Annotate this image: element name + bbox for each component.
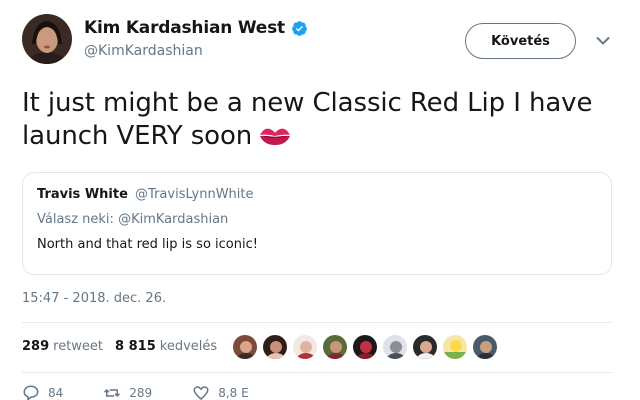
author-handle[interactable]: @KimKardashian <box>84 43 308 59</box>
divider-top <box>22 322 612 323</box>
liker-avatar[interactable] <box>352 334 378 360</box>
reply-action[interactable]: 84 <box>22 384 63 400</box>
retweets-count[interactable]: 289 <box>22 339 49 354</box>
divider-bottom <box>22 372 612 373</box>
author-display-name[interactable]: Kim Kardashian West <box>84 18 285 38</box>
tweet-body: It just might be a new Classic Red Lip I… <box>22 88 593 151</box>
liker-avatar[interactable] <box>262 334 288 360</box>
kiss-mark-icon <box>260 128 291 145</box>
liker-avatar[interactable] <box>382 334 408 360</box>
chevron-down-icon[interactable] <box>596 36 610 46</box>
liker-avatar[interactable] <box>442 334 468 360</box>
liker-avatar[interactable] <box>472 334 498 360</box>
heart-icon[interactable] <box>192 384 210 400</box>
tweet-timestamp[interactable]: 15:47 - 2018. dec. 26. <box>22 291 166 306</box>
tweet-text: It just might be a new Classic Red Lip I… <box>22 87 612 153</box>
liker-avatar[interactable] <box>292 334 318 360</box>
like-count: 8,8 E <box>218 386 249 400</box>
follow-button[interactable]: Követés <box>465 23 576 59</box>
liker-avatar[interactable] <box>322 334 348 360</box>
liker-avatar[interactable] <box>232 334 258 360</box>
quoted-author-name[interactable]: Travis White <box>37 187 128 202</box>
likes-count[interactable]: 8 815 <box>115 339 156 354</box>
reply-count: 84 <box>48 386 64 400</box>
verified-badge-icon <box>292 20 307 36</box>
likers-avatars[interactable] <box>232 334 498 360</box>
reply-handle-link[interactable]: @KimKardashian <box>118 212 228 227</box>
engagement-stats: 289 retweet 8 815 kedvelés <box>22 339 217 354</box>
quoted-author-handle[interactable]: @TravisLynnWhite <box>135 187 253 202</box>
tweet-actions: 84 289 8,8 E <box>22 384 289 400</box>
author-avatar[interactable] <box>22 14 72 64</box>
reply-prefix: Válasz neki: <box>37 212 114 227</box>
retweet-count: 289 <box>129 386 153 400</box>
retweets-label[interactable]: retweet <box>53 339 103 354</box>
like-action[interactable]: 8,8 E <box>192 384 249 400</box>
retweet-icon[interactable] <box>103 384 121 400</box>
reply-icon[interactable] <box>22 384 40 400</box>
quoted-tweet[interactable]: Travis White @TravisLynnWhite Válasz nek… <box>22 172 612 275</box>
quoted-tweet-text: North and that red lip is so iconic! <box>37 237 258 252</box>
likes-label[interactable]: kedvelés <box>160 339 217 354</box>
liker-avatar[interactable] <box>412 334 438 360</box>
retweet-action[interactable]: 289 <box>103 384 152 400</box>
